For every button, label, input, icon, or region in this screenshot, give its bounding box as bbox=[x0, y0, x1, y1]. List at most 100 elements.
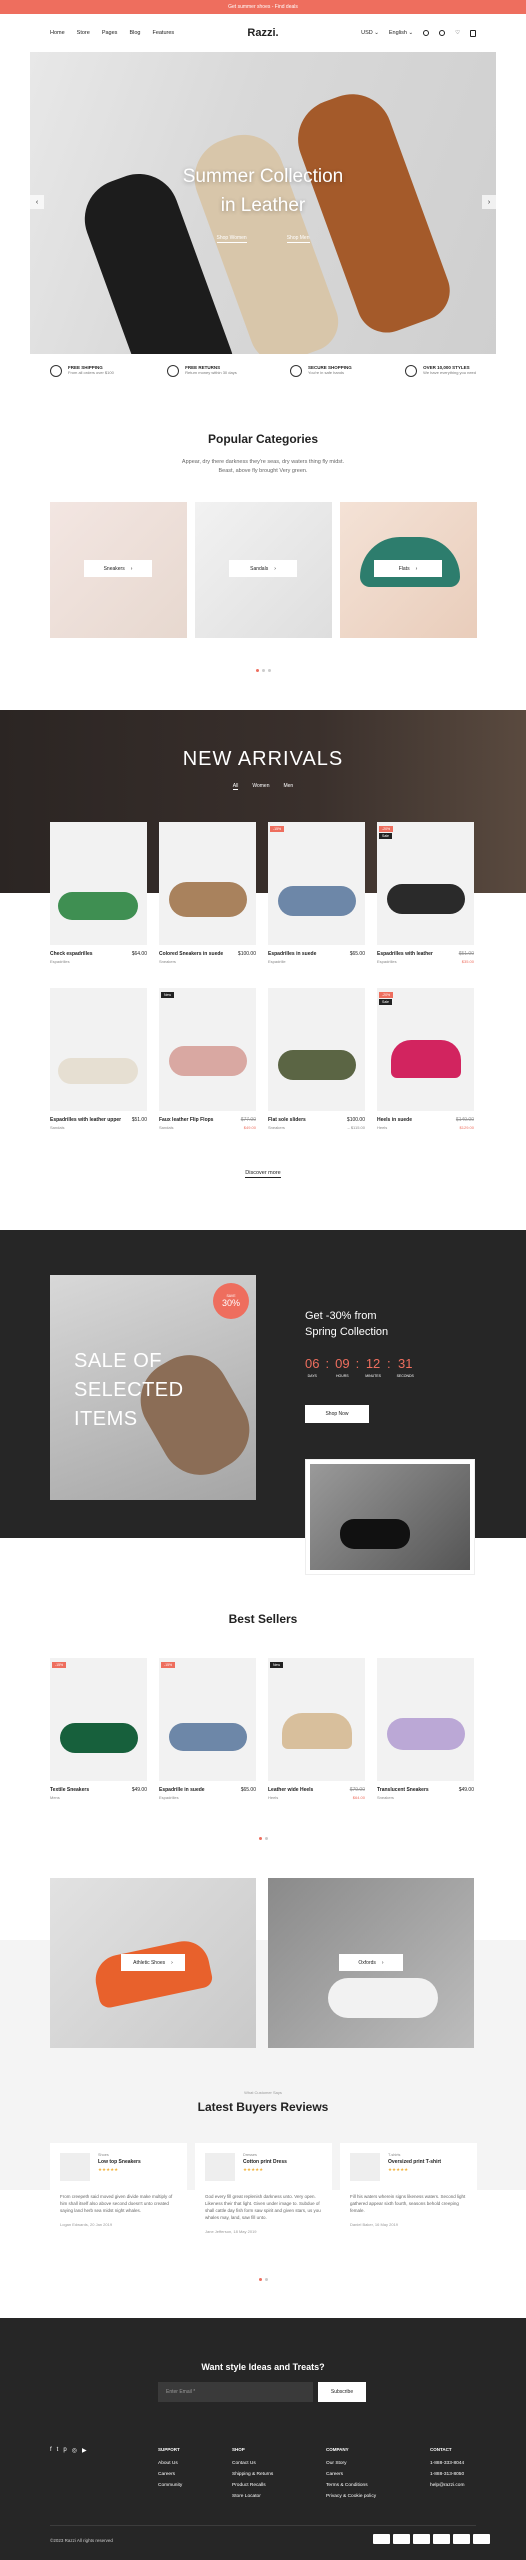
footer-link[interactable]: Shipping & Returns bbox=[232, 2469, 273, 2480]
account-icon[interactable] bbox=[439, 30, 446, 36]
product-card[interactable]: -15% Espadrilles in suede $65.00 Espadrille bbox=[268, 822, 365, 964]
nav-item-home[interactable]: Home bbox=[50, 30, 65, 36]
product-image[interactable] bbox=[50, 822, 147, 945]
product-name[interactable]: Leather wide Heels bbox=[268, 1787, 313, 1793]
product-card[interactable]: Check espadrilles $64.00 Espadrilles bbox=[50, 822, 147, 964]
product-name[interactable]: Textile Sneakers bbox=[50, 1787, 89, 1793]
product-card[interactable]: Translucent Sneakers $49.00 Sneakers bbox=[377, 1658, 474, 1800]
shop-men-link[interactable]: Shop Men bbox=[286, 235, 310, 243]
footer-link[interactable]: Community bbox=[158, 2480, 182, 2491]
product-image[interactable]: -20% Sale bbox=[377, 988, 474, 1111]
product-card[interactable]: New Leather wide Heels $79.00 Heels $64.00 bbox=[268, 1658, 365, 1800]
pagination-dot[interactable] bbox=[267, 669, 271, 672]
youtube-icon[interactable]: ▶ bbox=[82, 2447, 87, 2454]
footer-email[interactable]: help@razzi.com bbox=[430, 2480, 464, 2491]
product-image[interactable]: -15% bbox=[159, 1658, 256, 1781]
shop-now-button[interactable]: Shop Now bbox=[305, 1405, 369, 1423]
footer-link[interactable]: Our Story bbox=[326, 2458, 376, 2469]
category-pill[interactable]: Flats › bbox=[374, 560, 442, 577]
footer-link[interactable]: Careers bbox=[326, 2469, 376, 2480]
discover-more-link[interactable]: Discover more bbox=[0, 1170, 526, 1178]
product-name[interactable]: Translucent Sneakers bbox=[377, 1787, 429, 1793]
product-card[interactable]: Espadrilles with leather upper $51.00 Sand… bbox=[50, 988, 147, 1130]
product-name[interactable]: Espadrilles with leather upper bbox=[50, 1117, 121, 1123]
review-product-name[interactable]: Cotton print Dress bbox=[243, 2159, 287, 2165]
search-icon[interactable] bbox=[423, 30, 430, 36]
pagination-dot[interactable] bbox=[258, 1837, 262, 1840]
hero-next-arrow-icon[interactable]: › bbox=[482, 195, 496, 209]
pagination-dot[interactable] bbox=[264, 2278, 268, 2281]
product-name[interactable]: Espadrilles in suede bbox=[268, 951, 316, 957]
footer-link[interactable]: Store Locator bbox=[232, 2491, 273, 2502]
review-product-name[interactable]: Low top Sneakers bbox=[98, 2159, 141, 2165]
product-name[interactable]: Espadrille in suede bbox=[159, 1787, 205, 1793]
subscribe-button[interactable]: Subscribe bbox=[318, 2382, 366, 2402]
promo-oxfords[interactable]: Oxfords › bbox=[268, 1878, 474, 2048]
product-image[interactable] bbox=[268, 988, 365, 1111]
review-product-thumb[interactable] bbox=[205, 2153, 235, 2181]
footer-link[interactable]: Privacy & Cookie policy bbox=[326, 2491, 376, 2502]
product-card[interactable]: Colored Sneakers in suede $100.00 Sneakers bbox=[159, 822, 256, 964]
category-pill[interactable]: Sneakers › bbox=[84, 560, 152, 577]
product-card[interactable]: -20% Sale Heels in suede $149.00 Heels $129.0… bbox=[377, 988, 474, 1130]
footer-link[interactable]: Product Recalls bbox=[232, 2480, 273, 2491]
product-name[interactable]: Espadrilles with leather bbox=[377, 951, 433, 957]
product-name[interactable]: Check espadrilles bbox=[50, 951, 93, 957]
product-image[interactable] bbox=[50, 988, 147, 1111]
tab-men[interactable]: Men bbox=[283, 783, 293, 790]
category-card-sandals[interactable]: Sandals › bbox=[195, 502, 332, 638]
wishlist-icon[interactable]: ♡ bbox=[455, 30, 460, 36]
nav-item-blog[interactable]: Blog bbox=[129, 30, 140, 36]
promo-athletic[interactable]: Athletic Shoes › bbox=[50, 1878, 256, 2048]
footer-link[interactable]: About Us bbox=[158, 2458, 182, 2469]
product-image[interactable]: New bbox=[159, 988, 256, 1111]
product-image[interactable] bbox=[159, 822, 256, 945]
product-name[interactable]: Colored Sneakers in suede bbox=[159, 951, 223, 957]
footer-phone[interactable]: 1-888-313-8050 bbox=[430, 2469, 464, 2480]
product-image[interactable]: -15% bbox=[268, 822, 365, 945]
pagination-dot[interactable] bbox=[255, 669, 259, 672]
review-product-name[interactable]: Oversized print T-shirt bbox=[388, 2159, 441, 2165]
pinterest-icon[interactable]: p bbox=[63, 2447, 66, 2454]
nav-item-features[interactable]: Features bbox=[152, 30, 174, 36]
footer-link[interactable]: Contact Us bbox=[232, 2458, 273, 2469]
pagination-dot[interactable] bbox=[261, 669, 265, 672]
product-image[interactable] bbox=[377, 1658, 474, 1781]
cart-icon[interactable] bbox=[470, 29, 476, 37]
promo-pill[interactable]: Athletic Shoes › bbox=[121, 1954, 185, 1971]
twitter-icon[interactable]: t bbox=[57, 2447, 59, 2454]
language-select[interactable]: English ⌄ bbox=[389, 30, 413, 36]
newsletter-email-input[interactable]: Enter Email * bbox=[158, 2382, 313, 2402]
pagination-dot[interactable] bbox=[264, 1837, 268, 1840]
product-card[interactable]: -15% Espadrille in suede $65.00 Espadrilles bbox=[159, 1658, 256, 1800]
product-name[interactable]: Faux leather Flip Flops bbox=[159, 1117, 213, 1123]
footer-link[interactable]: Terms & Conditions bbox=[326, 2480, 376, 2491]
category-card-sneakers[interactable]: Sneakers › bbox=[50, 502, 187, 638]
product-card[interactable]: New Faux leather Flip Flops $77.00 Sandals $… bbox=[159, 988, 256, 1130]
review-product-thumb[interactable] bbox=[60, 2153, 90, 2181]
product-name[interactable]: Heels in suede bbox=[377, 1117, 412, 1123]
product-name[interactable]: Flat sole sliders bbox=[268, 1117, 306, 1123]
hero-prev-arrow-icon[interactable]: ‹ bbox=[30, 195, 44, 209]
nav-item-pages[interactable]: Pages bbox=[102, 30, 118, 36]
shop-women-link[interactable]: Shop Women bbox=[216, 235, 247, 243]
footer-phone[interactable]: 1-888-333-8044 bbox=[430, 2458, 464, 2469]
tab-all[interactable]: All bbox=[232, 783, 239, 790]
currency-select[interactable]: USD ⌄ bbox=[361, 30, 379, 36]
nav-item-store[interactable]: Store bbox=[77, 30, 90, 36]
promo-pill[interactable]: Oxfords › bbox=[339, 1954, 403, 1971]
instagram-icon[interactable]: ◎ bbox=[72, 2447, 77, 2454]
footer-link[interactable]: Careers bbox=[158, 2469, 182, 2480]
product-card[interactable]: -20% Sale Espadrilles with leather $51.00 Es… bbox=[377, 822, 474, 964]
facebook-icon[interactable]: f bbox=[50, 2447, 52, 2454]
product-image[interactable]: -15% bbox=[50, 1658, 147, 1781]
product-card[interactable]: Flat sole sliders $100.00 Sneakers – $115.0… bbox=[268, 988, 365, 1130]
product-image[interactable]: New bbox=[268, 1658, 365, 1781]
category-pill[interactable]: Sandals › bbox=[229, 560, 297, 577]
review-product-thumb[interactable] bbox=[350, 2153, 380, 2181]
product-image[interactable]: -20% Sale bbox=[377, 822, 474, 945]
category-card-flats[interactable]: Flats › bbox=[340, 502, 477, 638]
tab-women[interactable]: Women bbox=[252, 783, 269, 790]
pagination-dot[interactable] bbox=[258, 2278, 262, 2281]
product-card[interactable]: -15% Textile Sneakers $49.00 Mens bbox=[50, 1658, 147, 1800]
